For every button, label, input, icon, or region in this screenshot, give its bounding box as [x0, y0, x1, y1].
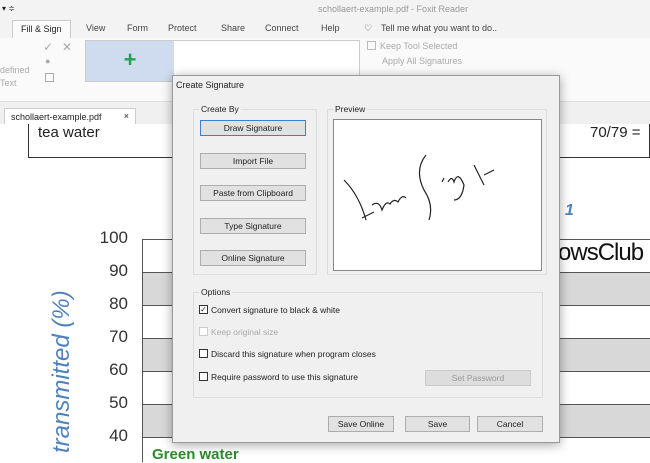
title-bar: ▾ ≑ schollaert-example.pdf - Foxit Reade…	[0, 0, 650, 20]
discard-signature-checkbox[interactable]	[199, 349, 208, 358]
doc-tab-label: schollaert-example.pdf	[11, 112, 102, 122]
y-tick: 60	[109, 360, 128, 379]
draw-signature-button[interactable]: Draw Signature	[200, 120, 306, 136]
keep-original-size-label: Keep original size	[211, 327, 279, 337]
tab-share[interactable]: Share	[221, 23, 245, 33]
dialog-title: Create Signature	[176, 80, 245, 90]
require-password-checkbox[interactable]	[199, 372, 208, 381]
paste-clipboard-button[interactable]: Paste from Clipboard	[200, 185, 306, 201]
add-signature-button[interactable]: +	[86, 41, 174, 81]
save-online-button[interactable]: Save Online	[328, 416, 394, 432]
options-label: Options	[199, 287, 233, 297]
figure-title-fragment: 1	[565, 202, 574, 219]
window-title: schollaert-example.pdf - Foxit Reader	[318, 4, 469, 14]
keep-tool-checkbox[interactable]	[367, 41, 376, 50]
import-file-button[interactable]: Import File	[200, 153, 306, 169]
check-icon[interactable]: ✓	[43, 40, 53, 54]
tab-view[interactable]: View	[86, 23, 105, 33]
box-icon[interactable]	[45, 73, 54, 82]
type-signature-button[interactable]: Type Signature	[200, 218, 306, 234]
online-signature-button[interactable]: Online Signature	[200, 250, 306, 266]
cross-icon[interactable]: ✕	[62, 40, 72, 54]
close-icon[interactable]: ×	[124, 111, 129, 121]
convert-bw-label: Convert signature to black & white	[211, 305, 340, 315]
create-by-group: Create By Draw Signature Import File Pas…	[193, 104, 317, 275]
create-signature-dialog: Create Signature Create By Draw Signatur…	[172, 75, 560, 443]
tell-me-search[interactable]: Tell me what you want to do..	[381, 23, 497, 33]
tab-help[interactable]: Help	[321, 23, 340, 33]
dot-icon[interactable]: ●	[45, 56, 50, 66]
apply-all-signatures-button[interactable]: Apply All Signatures	[382, 56, 462, 66]
ribbon-tabs: Fill & Sign View Form Protect Share Conn…	[0, 20, 650, 39]
tab-form[interactable]: Form	[127, 23, 148, 33]
y-tick: 100	[99, 228, 128, 247]
signature-preview	[333, 119, 542, 271]
y-tick: 40	[109, 426, 128, 445]
preview-group: Preview	[327, 104, 547, 275]
lightbulb-icon: ♡	[364, 23, 373, 33]
green-water-label: Green water	[152, 446, 239, 463]
predefined-text-button[interactable]: defined	[0, 65, 30, 75]
discard-signature-label: Discard this signature when program clos…	[211, 349, 376, 359]
ratio-text: 70/79 =	[590, 124, 641, 141]
tab-protect[interactable]: Protect	[168, 23, 197, 33]
tab-fill-sign[interactable]: Fill & Sign	[12, 20, 71, 39]
create-by-label: Create By	[199, 104, 241, 114]
set-password-button: Set Password	[425, 370, 531, 386]
y-tick: 70	[109, 327, 128, 346]
y-axis	[142, 239, 143, 462]
save-button[interactable]: Save	[405, 416, 470, 432]
y-tick: 80	[109, 294, 128, 313]
signature-image	[343, 154, 495, 221]
preview-label: Preview	[333, 104, 368, 114]
quick-access-menu[interactable]: ▾ ≑	[2, 4, 15, 13]
y-tick: 90	[109, 261, 128, 280]
cell-text: tea water	[38, 124, 100, 141]
require-password-label: Require password to use this signature	[211, 372, 358, 382]
cancel-button[interactable]: Cancel	[477, 416, 543, 432]
y-axis-label: transmitted (%)	[48, 290, 75, 453]
tab-connect[interactable]: Connect	[265, 23, 299, 33]
doc-tab[interactable]: schollaert-example.pdf ×	[4, 108, 136, 125]
y-tick: 50	[109, 393, 128, 412]
text-dropdown[interactable]: Text	[0, 78, 17, 88]
keep-original-size-checkbox	[199, 327, 208, 336]
keep-tool-label: Keep Tool Selected	[380, 41, 458, 51]
convert-bw-checkbox[interactable]: ✓	[199, 305, 208, 314]
